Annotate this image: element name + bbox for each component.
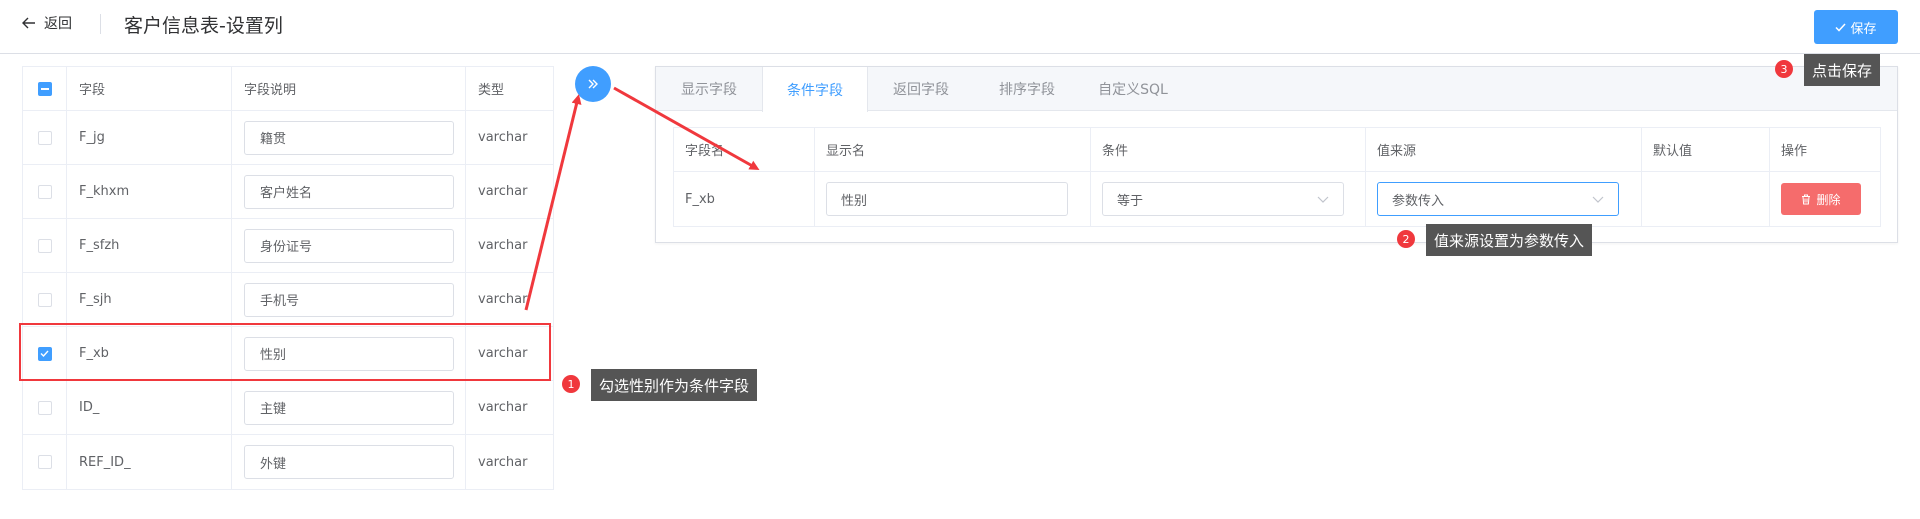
row-checkbox[interactable] [37,238,52,253]
move-right-button[interactable] [575,66,611,102]
annotation-badge-2: 2 [1397,230,1415,248]
header-condition: 条件 [1091,128,1366,171]
field-name: F_jg [67,111,232,164]
field-desc-input[interactable] [244,174,454,209]
condition-select[interactable]: 等于 [1102,182,1344,216]
save-label: 保存 [1850,21,1877,37]
header-desc: 字段说明 [232,67,466,110]
field-name: ID_ [67,381,232,434]
condition-table-header: 字段名 显示名 条件 值来源 默认值 操作 [674,128,1880,172]
field-name: F_sjh [67,273,232,326]
header-type: 类型 [478,83,505,98]
header-display-name: 显示名 [815,128,1091,171]
field-name: F_xb [67,327,232,380]
field-table-header: 字段 字段说明 类型 [23,67,553,111]
field-type: varchar [478,238,528,253]
row-default [1642,172,1770,226]
row-checkbox[interactable] [37,346,52,361]
tab-bar: 显示字段 条件字段 返回字段 排序字段 自定义SQL [656,67,1897,112]
annotation-tip-3: 点击保存 [1804,54,1881,86]
display-name-input[interactable]: 性别 [826,182,1068,216]
table-row: F_xb varchar [23,327,553,381]
arrow-left-icon [22,17,35,29]
trash-icon [1802,194,1811,204]
field-type: varchar [478,346,528,361]
value-source-value: 参数传入 [1392,193,1445,209]
field-type: varchar [478,400,528,415]
field-type: varchar [478,454,528,470]
delete-label: 删除 [1816,192,1841,207]
table-row: F_xb 性别 等于 参数传入 删除 [674,172,1880,226]
table-row: F_sfzh varchar [23,219,553,273]
row-checkbox[interactable] [37,455,52,469]
table-row: F_jg varchar [23,111,553,165]
check-icon [1835,22,1847,32]
row-checkbox[interactable] [37,184,52,199]
row-checkbox[interactable] [37,400,52,415]
annotation-tip-2: 值来源设置为参数传入 [1426,224,1593,256]
annotation-badge-3: 3 [1775,60,1793,78]
row-checkbox[interactable] [37,130,52,145]
annotation-tip-1: 勾选性别作为条件字段 [591,369,758,401]
header-default: 默认值 [1642,128,1770,171]
field-type: varchar [478,292,528,307]
tab-display-fields[interactable]: 显示字段 [656,67,762,111]
double-chevron-right-icon [588,79,598,89]
table-row: REF_ID_ varchar [23,435,553,489]
tab-condition-fields[interactable]: 条件字段 [762,67,868,112]
chevron-down-icon [1317,196,1329,203]
config-panel: 显示字段 条件字段 返回字段 排序字段 自定义SQL 字段名 显示名 条件 值来… [655,66,1898,243]
field-desc-input[interactable] [244,390,454,425]
chevron-down-icon [1592,196,1604,203]
table-row: F_khxm varchar [23,165,553,219]
field-desc-input[interactable] [244,336,454,371]
row-checkbox[interactable] [37,292,52,307]
header-action: 操作 [1781,144,1808,159]
header-field: 字段 [67,67,232,110]
select-all-checkbox[interactable] [37,81,52,96]
field-name: F_sfzh [67,219,232,272]
field-table: 字段 字段说明 类型 F_jgvarcharF_khxmvarcharF_sfz… [22,66,554,490]
header-divider [100,14,101,34]
field-desc-input[interactable] [244,445,454,479]
condition-value: 等于 [1117,193,1144,209]
tab-custom-sql[interactable]: 自定义SQL [1080,67,1186,111]
page-title: 客户信息表-设置列 [124,15,283,37]
back-button[interactable]: 返回 [22,13,72,33]
field-desc-input[interactable] [244,282,454,317]
table-row: F_sjh varchar [23,273,553,327]
minus-icon [40,87,49,90]
field-desc-input[interactable] [244,228,454,263]
field-desc-input[interactable] [244,120,454,155]
back-label: 返回 [44,16,72,32]
row-field-name: F_xb [674,172,815,226]
check-icon [40,350,49,357]
header-field-name: 字段名 [674,128,815,171]
tab-return-fields[interactable]: 返回字段 [868,67,974,111]
field-name: F_khxm [67,165,232,218]
page-header: 返回 客户信息表-设置列 保存 [0,0,1920,54]
condition-table: 字段名 显示名 条件 值来源 默认值 操作 F_xb 性别 等于 参数传入 删除 [673,127,1881,227]
annotation-badge-1: 1 [562,375,580,393]
field-type: varchar [478,130,528,145]
tab-sort-fields[interactable]: 排序字段 [974,67,1080,111]
save-button[interactable]: 保存 [1814,10,1898,44]
value-source-select[interactable]: 参数传入 [1377,182,1619,216]
field-name: REF_ID_ [67,435,232,489]
table-row: ID_ varchar [23,381,553,435]
header-value-source: 值来源 [1366,128,1642,171]
delete-button[interactable]: 删除 [1781,183,1861,215]
field-type: varchar [478,184,528,199]
